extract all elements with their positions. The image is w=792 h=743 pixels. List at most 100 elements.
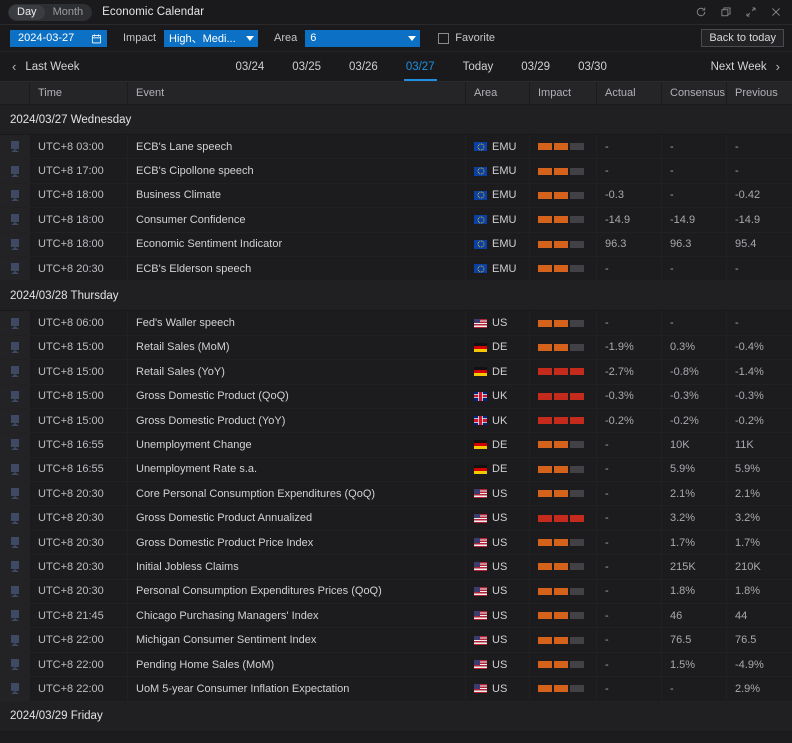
- week-day-tab[interactable]: 03/27: [392, 52, 449, 81]
- table-row[interactable]: UTC+8 17:00ECB's Cipollone speechEMU---: [0, 159, 792, 183]
- cell-event[interactable]: Pending Home Sales (MoM): [128, 653, 466, 676]
- date-picker[interactable]: 2024-03-27: [10, 30, 107, 47]
- table-row[interactable]: UTC+8 18:00Business ClimateEMU-0.3--0.42: [0, 184, 792, 208]
- cell-event[interactable]: Fed's Waller speech: [128, 311, 466, 334]
- bookmark-cell[interactable]: [0, 482, 30, 505]
- view-mode-switch[interactable]: Day Month: [8, 4, 92, 21]
- table-row[interactable]: UTC+8 20:30Core Personal Consumption Exp…: [0, 482, 792, 506]
- bookmark-icon[interactable]: [11, 439, 19, 450]
- table-row[interactable]: UTC+8 18:00Economic Sentiment IndicatorE…: [0, 233, 792, 257]
- bookmark-cell[interactable]: [0, 135, 30, 158]
- cell-event[interactable]: Unemployment Rate s.a.: [128, 458, 466, 481]
- cell-event[interactable]: Unemployment Change: [128, 433, 466, 456]
- bookmark-icon[interactable]: [11, 488, 19, 499]
- table-row[interactable]: UTC+8 20:30Personal Consumption Expendit…: [0, 580, 792, 604]
- cell-event[interactable]: Gross Domestic Product Price Index: [128, 531, 466, 554]
- table-row[interactable]: UTC+8 16:55Unemployment ChangeDE-10K11K: [0, 433, 792, 457]
- view-mode-day[interactable]: Day: [9, 5, 45, 20]
- bookmark-icon[interactable]: [11, 366, 19, 377]
- bookmark-icon[interactable]: [11, 318, 19, 329]
- bookmark-icon[interactable]: [11, 342, 19, 353]
- bookmark-icon[interactable]: [11, 391, 19, 402]
- bookmark-icon[interactable]: [11, 513, 19, 524]
- bookmark-cell[interactable]: [0, 458, 30, 481]
- bookmark-cell[interactable]: [0, 311, 30, 334]
- table-row[interactable]: UTC+8 20:30Gross Domestic Product Annual…: [0, 506, 792, 530]
- cell-event[interactable]: Personal Consumption Expenditures Prices…: [128, 580, 466, 603]
- week-day-tab[interactable]: 03/26: [335, 52, 392, 81]
- table-row[interactable]: UTC+8 06:00Fed's Waller speechUS---: [0, 311, 792, 335]
- bookmark-icon[interactable]: [11, 635, 19, 646]
- cell-event[interactable]: Gross Domestic Product Annualized: [128, 506, 466, 529]
- bookmark-cell[interactable]: [0, 433, 30, 456]
- bookmark-cell[interactable]: [0, 233, 30, 256]
- bookmark-icon[interactable]: [11, 166, 19, 177]
- cell-event[interactable]: Initial Jobless Claims: [128, 555, 466, 578]
- bookmark-icon[interactable]: [11, 610, 19, 621]
- bookmark-cell[interactable]: [0, 184, 30, 207]
- table-row[interactable]: UTC+8 21:45Chicago Purchasing Managers' …: [0, 604, 792, 628]
- favorite-filter[interactable]: Favorite: [438, 32, 495, 44]
- cell-event[interactable]: Economic Sentiment Indicator: [128, 233, 466, 256]
- bookmark-icon[interactable]: [11, 537, 19, 548]
- week-day-tab[interactable]: 03/30: [564, 52, 621, 81]
- bookmark-cell[interactable]: [0, 159, 30, 182]
- table-row[interactable]: UTC+8 16:55Unemployment Rate s.a.DE-5.9%…: [0, 458, 792, 482]
- table-row[interactable]: UTC+8 22:00Michigan Consumer Sentiment I…: [0, 628, 792, 652]
- cell-event[interactable]: Retail Sales (YoY): [128, 360, 466, 383]
- expand-icon[interactable]: [745, 6, 757, 18]
- table-row[interactable]: UTC+8 20:30Initial Jobless ClaimsUS-215K…: [0, 555, 792, 579]
- table-row[interactable]: UTC+8 22:00UoM 5-year Consumer Inflation…: [0, 677, 792, 701]
- bookmark-cell[interactable]: [0, 604, 30, 627]
- cell-event[interactable]: ECB's Lane speech: [128, 135, 466, 158]
- area-filter-dropdown[interactable]: 6: [305, 30, 420, 47]
- bookmark-icon[interactable]: [11, 464, 19, 475]
- cell-event[interactable]: ECB's Elderson speech: [128, 257, 466, 280]
- table-row[interactable]: UTC+8 15:00Gross Domestic Product (QoQ)U…: [0, 385, 792, 409]
- cell-event[interactable]: Gross Domestic Product (QoQ): [128, 385, 466, 408]
- table-row[interactable]: UTC+8 03:00ECB's Lane speechEMU---: [0, 135, 792, 159]
- close-icon[interactable]: [770, 6, 782, 18]
- bookmark-icon[interactable]: [11, 263, 19, 274]
- favorite-checkbox[interactable]: [438, 33, 449, 44]
- bookmark-cell[interactable]: [0, 506, 30, 529]
- cell-event[interactable]: ECB's Cipollone speech: [128, 159, 466, 182]
- table-row[interactable]: UTC+8 20:30Gross Domestic Product Price …: [0, 531, 792, 555]
- cell-event[interactable]: Core Personal Consumption Expenditures (…: [128, 482, 466, 505]
- week-day-tab[interactable]: Today: [449, 52, 508, 81]
- table-row[interactable]: UTC+8 15:00Gross Domestic Product (YoY)U…: [0, 409, 792, 433]
- view-mode-month[interactable]: Month: [45, 5, 92, 20]
- restore-icon[interactable]: [720, 6, 732, 18]
- cell-event[interactable]: Michigan Consumer Sentiment Index: [128, 628, 466, 651]
- bookmark-icon[interactable]: [11, 141, 19, 152]
- week-day-tab[interactable]: 03/29: [507, 52, 564, 81]
- bookmark-icon[interactable]: [11, 659, 19, 670]
- bookmark-cell[interactable]: [0, 531, 30, 554]
- table-row[interactable]: UTC+8 18:00Consumer ConfidenceEMU-14.9-1…: [0, 208, 792, 232]
- cell-event[interactable]: Gross Domestic Product (YoY): [128, 409, 466, 432]
- bookmark-cell[interactable]: [0, 653, 30, 676]
- bookmark-icon[interactable]: [11, 561, 19, 572]
- table-row[interactable]: UTC+8 15:00Retail Sales (MoM)DE-1.9%0.3%…: [0, 336, 792, 360]
- bookmark-cell[interactable]: [0, 409, 30, 432]
- table-row[interactable]: UTC+8 22:00Pending Home Sales (MoM)US-1.…: [0, 653, 792, 677]
- bookmark-cell[interactable]: [0, 385, 30, 408]
- table-row[interactable]: UTC+8 20:30ECB's Elderson speechEMU---: [0, 257, 792, 281]
- bookmark-cell[interactable]: [0, 208, 30, 231]
- bookmark-icon[interactable]: [11, 415, 19, 426]
- week-day-tab[interactable]: 03/24: [221, 52, 278, 81]
- cell-event[interactable]: Chicago Purchasing Managers' Index: [128, 604, 466, 627]
- cell-event[interactable]: UoM 5-year Consumer Inflation Expectatio…: [128, 677, 466, 700]
- impact-filter-dropdown[interactable]: High、Medi...: [164, 30, 258, 47]
- refresh-icon[interactable]: [695, 6, 707, 18]
- last-week-button[interactable]: ‹ Last Week: [12, 52, 79, 81]
- bookmark-icon[interactable]: [11, 586, 19, 597]
- bookmark-cell[interactable]: [0, 580, 30, 603]
- bookmark-cell[interactable]: [0, 628, 30, 651]
- cell-event[interactable]: Business Climate: [128, 184, 466, 207]
- back-to-today-button[interactable]: Back to today: [701, 29, 784, 47]
- bookmark-cell[interactable]: [0, 257, 30, 280]
- bookmark-icon[interactable]: [11, 190, 19, 201]
- week-day-tab[interactable]: 03/25: [278, 52, 335, 81]
- bookmark-cell[interactable]: [0, 360, 30, 383]
